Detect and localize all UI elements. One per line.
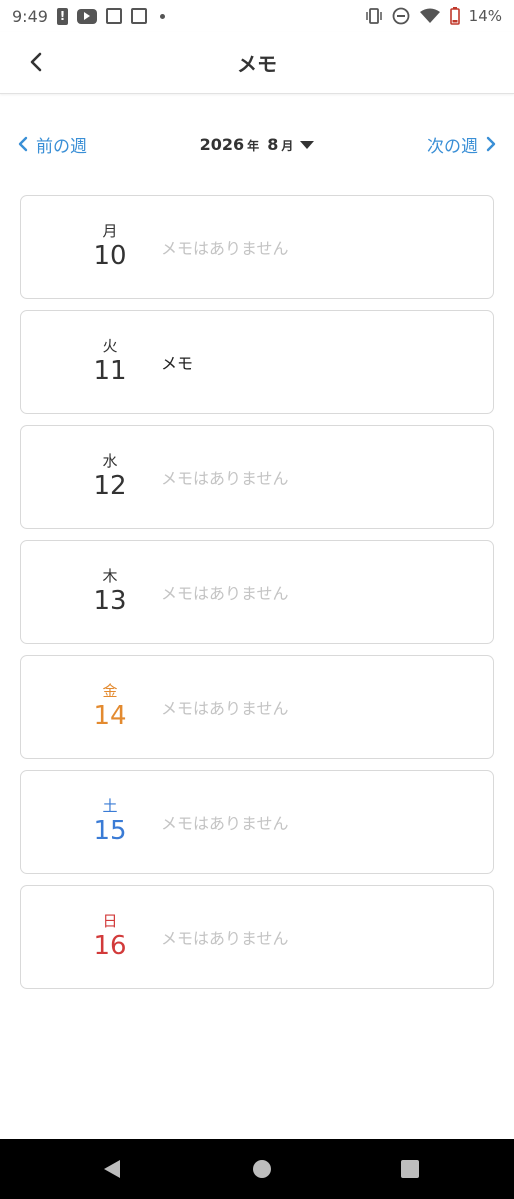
circle-home-icon: [253, 1160, 271, 1178]
prev-week-button[interactable]: 前の週: [18, 132, 87, 157]
day-number: 12: [93, 471, 127, 501]
day-card[interactable]: 火 11 メモ: [20, 310, 494, 414]
memo-text: メモはありません: [161, 469, 289, 488]
memo-text: メモはありません: [161, 699, 289, 718]
day-date: 日 16: [21, 912, 163, 962]
day-of-week: 火: [102, 337, 118, 355]
wifi-icon: [419, 8, 440, 23]
prev-week-label: 前の週: [36, 136, 87, 157]
day-list: 月 10 メモはありません 火 11 メモ 水 12 メモはありません 木 13…: [20, 195, 494, 1000]
day-date: 土 15: [21, 797, 163, 847]
news-icon: [105, 8, 122, 24]
square-recents-icon: [401, 1160, 419, 1178]
memo-text: メモはありません: [161, 239, 289, 258]
next-week-button[interactable]: 次の週: [427, 132, 496, 157]
alert-icon: !: [56, 7, 68, 25]
vibrate-icon: [365, 8, 382, 24]
day-card[interactable]: 土 15 メモはありません: [20, 770, 494, 874]
status-bar: 9:49 ! 14%: [0, 0, 514, 32]
app-bar: メモ: [0, 32, 514, 94]
day-card[interactable]: 金 14 メモはありません: [20, 655, 494, 759]
nav-recents-button[interactable]: [380, 1139, 440, 1199]
news-icon: [130, 8, 147, 24]
status-right: 14%: [365, 7, 502, 25]
day-date: 月 10: [21, 222, 163, 272]
month-picker[interactable]: 2026 年 8 月: [200, 135, 315, 154]
day-number: 14: [93, 701, 127, 731]
status-time: 9:49: [12, 6, 48, 26]
battery-icon: [449, 7, 460, 25]
month-suffix: 月: [281, 138, 294, 153]
dnd-icon: [392, 7, 410, 25]
day-date: 火 11: [21, 337, 163, 387]
day-date: 水 12: [21, 452, 163, 502]
chevron-right-icon: [486, 136, 496, 152]
year-suffix: 年: [247, 138, 260, 153]
triangle-back-icon: [104, 1160, 120, 1178]
status-left: 9:49 !: [12, 7, 165, 26]
chevron-left-icon: [18, 136, 28, 152]
chevron-left-icon: [30, 52, 42, 72]
day-number: 10: [93, 241, 127, 271]
day-number: 15: [93, 816, 127, 846]
day-card[interactable]: 木 13 メモはありません: [20, 540, 494, 644]
week-nav: 前の週 2026 年 8 月 次の週: [0, 128, 514, 160]
day-date: 木 13: [21, 567, 163, 617]
memo-text: メモはありません: [161, 584, 289, 603]
day-number: 13: [93, 586, 127, 616]
memo-text: メモ: [161, 354, 194, 373]
youtube-icon: [76, 8, 97, 24]
year-value: 2026: [199, 134, 245, 154]
dot-icon: [159, 13, 165, 19]
day-of-week: 土: [102, 797, 118, 815]
day-number: 16: [93, 931, 127, 961]
month-value: 8: [267, 134, 279, 154]
nav-back-button[interactable]: [82, 1139, 142, 1199]
next-week-label: 次の週: [426, 136, 478, 157]
day-date: 金 14: [21, 682, 163, 732]
battery-percent: 14%: [468, 7, 502, 25]
day-card[interactable]: 水 12 メモはありません: [20, 425, 494, 529]
day-of-week: 金: [102, 682, 118, 700]
nav-home-button[interactable]: [232, 1139, 292, 1199]
memo-text: メモはありません: [161, 929, 289, 948]
day-card[interactable]: 月 10 メモはありません: [20, 195, 494, 299]
day-of-week: 月: [102, 222, 118, 240]
day-of-week: 木: [102, 567, 118, 585]
day-of-week: 日: [102, 912, 118, 930]
day-of-week: 水: [102, 452, 118, 470]
page-title: メモ: [237, 52, 277, 76]
day-card[interactable]: 日 16 メモはありません: [20, 885, 494, 989]
back-button[interactable]: [18, 44, 54, 80]
memo-text: メモはありません: [161, 814, 289, 833]
system-nav-bar: [0, 1139, 514, 1199]
day-number: 11: [93, 356, 127, 386]
caret-down-icon: [300, 140, 315, 149]
